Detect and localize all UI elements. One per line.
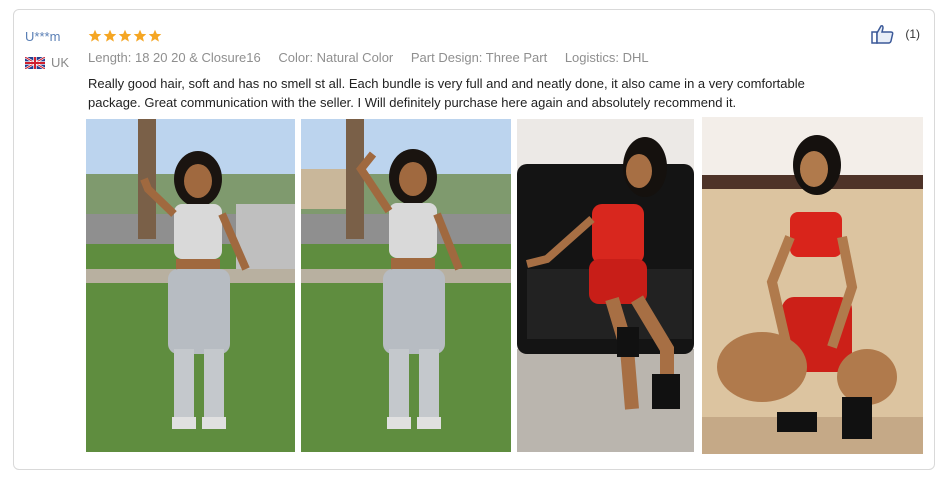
star-icon [88,29,102,42]
meta-part-design: Part Design: Three Part [410,50,548,65]
review-card: U***m UK Length: 18 20 20 & Closure16 Co… [13,9,935,470]
like-button[interactable]: (1) [871,24,920,44]
review-meta: Length: 18 20 20 & Closure16 Color: Natu… [88,50,663,65]
star-rating [88,29,162,43]
review-photo-1[interactable] [86,119,295,452]
reviewer-country: UK [25,55,69,70]
star-icon [103,29,117,42]
review-photo-2[interactable] [301,119,511,452]
country-code: UK [51,55,70,70]
photo-4-image [702,117,923,454]
star-icon [133,29,147,42]
review-text: Really good hair, soft and has no smell … [88,76,805,110]
star-icon [148,29,162,42]
reviewer-name: U***m [25,29,61,44]
photo-3-image [517,119,694,452]
review-photo-4[interactable] [702,117,923,454]
star-icon [118,29,132,42]
review-photos [86,117,924,454]
photo-1-image [86,119,295,452]
meta-color: Color: Natural Color [278,50,394,65]
meta-logistics: Logistics: DHL [564,50,649,65]
photo-2-image [301,119,511,452]
meta-length: Length: 18 20 20 & Closure16 [88,50,261,65]
thumbs-up-icon[interactable] [871,24,895,44]
like-count: (1) [905,27,920,41]
uk-flag-icon [25,56,45,69]
review-photo-3[interactable] [517,119,694,452]
